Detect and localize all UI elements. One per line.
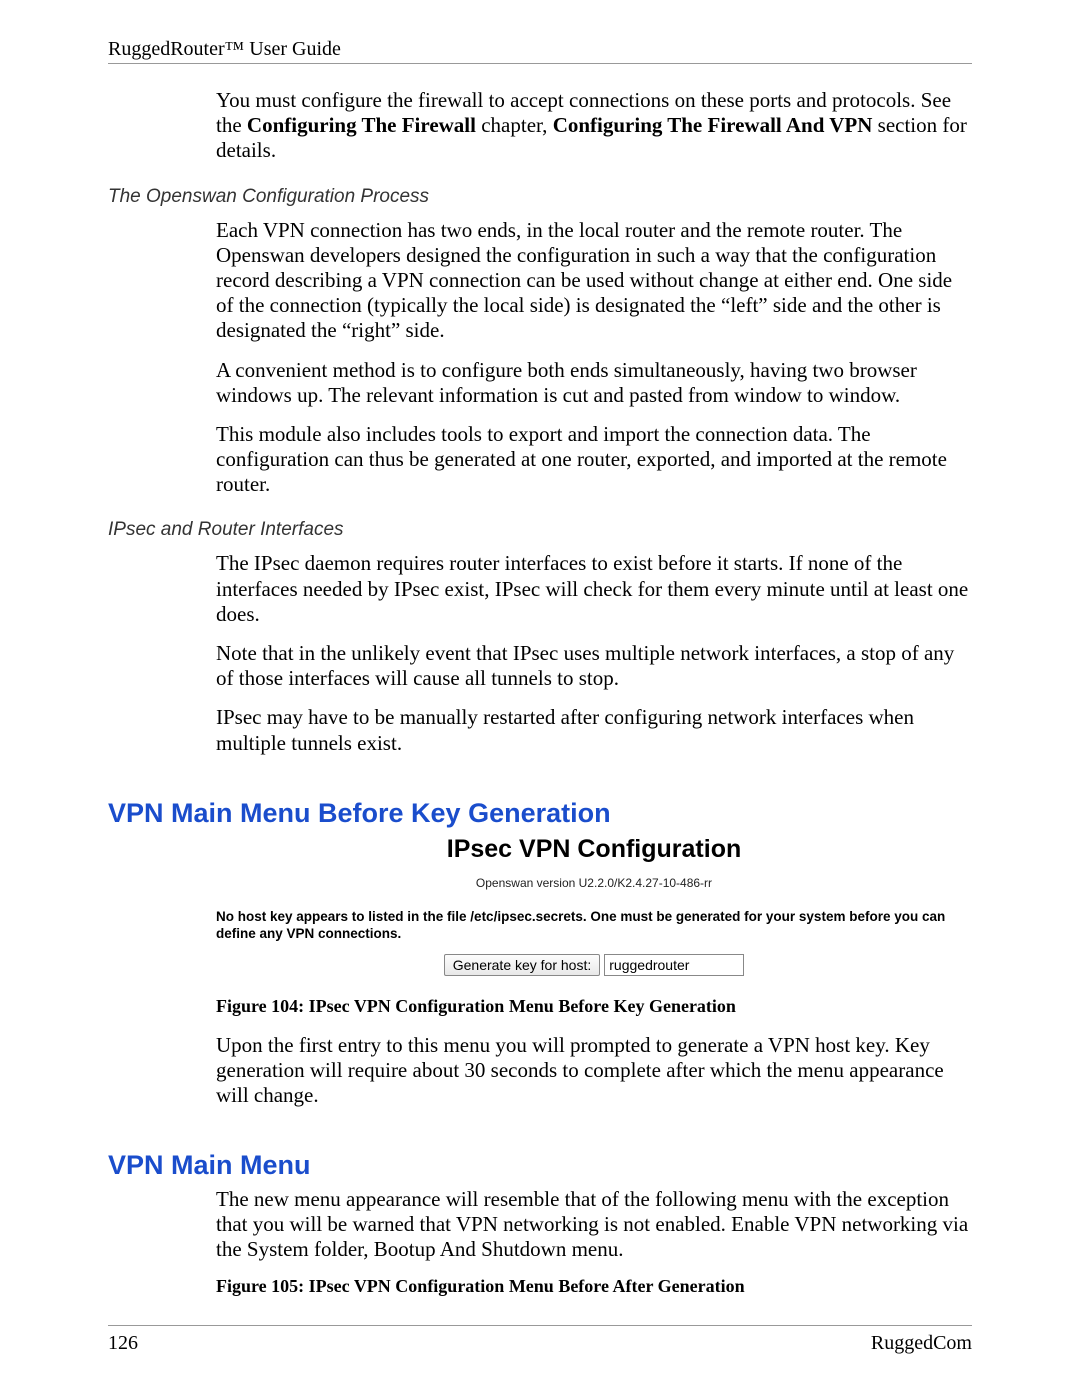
ipsec-heading: IPsec and Router Interfaces [108, 519, 972, 541]
intro-p1-mid: chapter, [476, 113, 553, 137]
generate-key-button[interactable]: Generate key for host: [444, 954, 601, 976]
openswan-heading: The Openswan Configuration Process [108, 186, 972, 208]
figure-title: IPsec VPN Configuration [216, 835, 972, 864]
header-product: RuggedRouter™ User Guide [108, 38, 341, 60]
page-footer: 126 RuggedCom [108, 1325, 972, 1355]
intro-paragraph: You must configure the firewall to accep… [216, 88, 972, 164]
figure-104-caption: Figure 104: IPsec VPN Configuration Menu… [216, 996, 972, 1017]
figure-version: Openswan version U2.2.0/K2.4.27-10-486-r… [216, 876, 972, 890]
ipsec-p1: The IPsec daemon requires router interfa… [216, 551, 972, 627]
main-menu-heading: VPN Main Menu [108, 1150, 972, 1181]
openswan-p3: This module also includes tools to expor… [216, 422, 972, 498]
figure-warning: No host key appears to listed in the fil… [216, 908, 972, 943]
openswan-p1: Each VPN connection has two ends, in the… [216, 218, 972, 344]
ipsec-p3: IPsec may have to be manually restarted … [216, 705, 972, 755]
main-menu-p1: The new menu appearance will resemble th… [216, 1187, 972, 1263]
intro-p1-bold1: Configuring The Firewall [247, 113, 476, 137]
figure-104: IPsec VPN Configuration Openswan version… [216, 835, 972, 1108]
hostname-input[interactable] [604, 954, 744, 976]
before-keygen-p1: Upon the first entry to this menu you wi… [216, 1033, 972, 1108]
page-number: 126 [108, 1332, 138, 1355]
before-keygen-heading: VPN Main Menu Before Key Generation [108, 798, 972, 829]
page-header: RuggedRouter™ User Guide [108, 38, 972, 64]
ipsec-p2: Note that in the unlikely event that IPs… [216, 641, 972, 691]
intro-p1-bold2: Configuring The Firewall And VPN [553, 113, 873, 137]
footer-company: RuggedCom [871, 1332, 972, 1355]
figure-form: Generate key for host: [216, 951, 972, 982]
openswan-p2: A convenient method is to configure both… [216, 358, 972, 408]
figure-105-caption: Figure 105: IPsec VPN Configuration Menu… [216, 1276, 972, 1298]
